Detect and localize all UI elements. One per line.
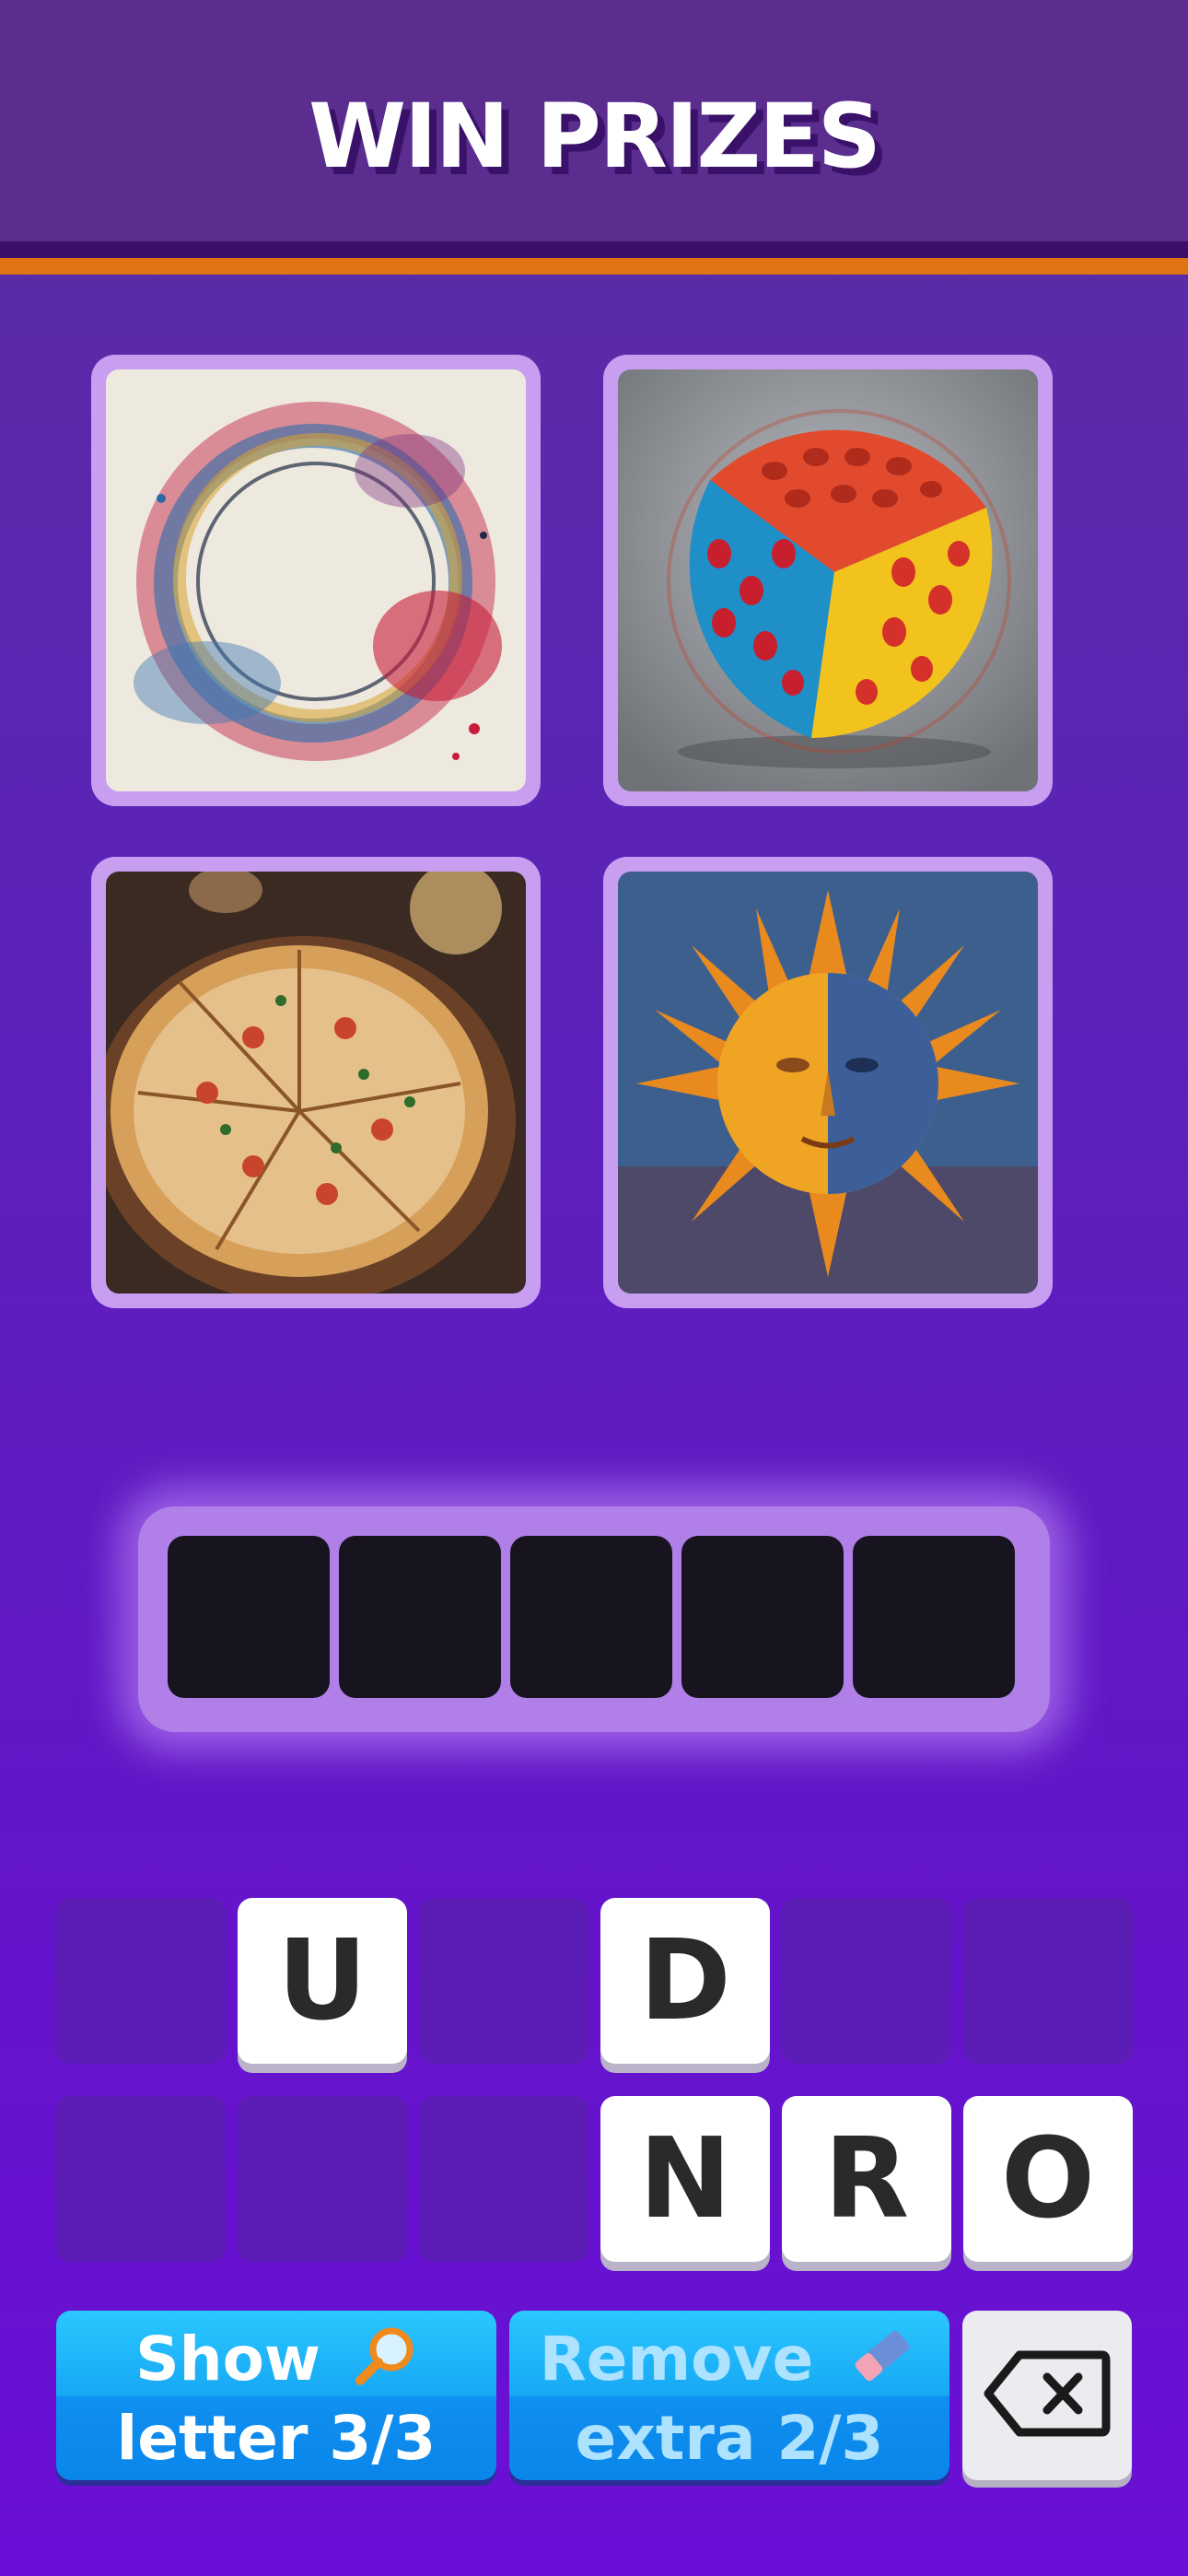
header-bar: WIN PRIZES [0,0,1188,241]
page-title: WIN PRIZES [309,85,881,188]
letter-key[interactable]: D [600,1898,770,2064]
show-letter-count: letter 3/3 [116,2403,437,2474]
delete-button[interactable] [962,2311,1132,2480]
letter-key-empty [963,1898,1133,2064]
sun-painting-image [618,872,1038,1294]
clue-image-tile[interactable] [603,355,1053,806]
header-divider-orange [0,258,1188,275]
remove-extra-label: Remove [539,2324,814,2395]
letter-key-empty [56,1898,226,2064]
letter-key[interactable]: N [600,2096,770,2262]
ball-image [618,369,1038,791]
clue-image-tile[interactable] [603,857,1053,1308]
answer-slot[interactable] [853,1536,1015,1698]
backspace-icon [983,2348,1112,2443]
letter-key[interactable]: R [782,2096,951,2262]
letter-key-empty [419,1898,588,2064]
letter-key[interactable]: U [238,1898,407,2064]
show-letter-label: Show [135,2324,320,2395]
letter-key-empty [56,2096,226,2262]
answer-slot[interactable] [168,1536,330,1698]
magnifier-icon [353,2324,417,2403]
remove-extra-count: extra 2/3 [575,2403,884,2474]
clue-image-tile[interactable] [91,857,541,1308]
show-letter-button[interactable]: Show letter 3/3 [56,2311,496,2480]
eraser-icon [845,2324,919,2403]
header-divider-dark [0,241,1188,258]
pizza-image [106,872,526,1294]
remove-extra-button[interactable]: Remove extra 2/3 [509,2311,949,2480]
letter-key-empty [419,2096,588,2262]
letter-key-empty [238,2096,407,2262]
letter-key[interactable]: O [963,2096,1133,2262]
answer-slot[interactable] [681,1536,844,1698]
clue-image-tile[interactable] [91,355,541,806]
watercolor-circle-image [106,369,526,791]
letter-key-empty [782,1898,951,2064]
answer-slot[interactable] [339,1536,501,1698]
answer-slot[interactable] [510,1536,672,1698]
answer-box [138,1506,1050,1732]
